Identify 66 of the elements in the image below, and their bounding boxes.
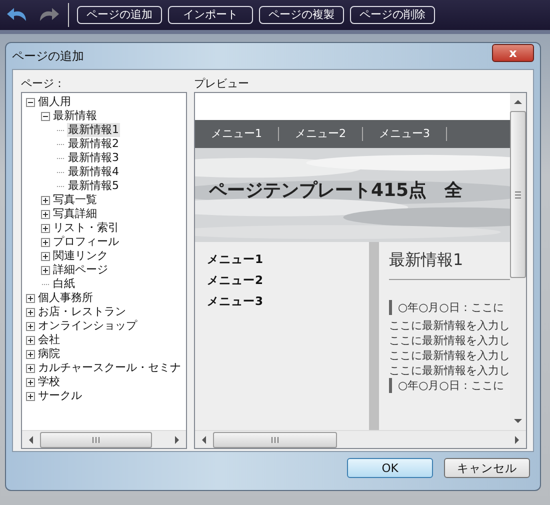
right-arrow-icon[interactable]	[174, 436, 180, 444]
tree-item[interactable]: 最新情報3	[67, 151, 120, 165]
expander-icon[interactable]	[26, 392, 35, 400]
banner-title: ページテンプレート415点 全	[209, 179, 463, 202]
expander-icon[interactable]	[26, 364, 35, 372]
up-arrow-icon[interactable]	[514, 99, 522, 105]
left-arrow-icon[interactable]	[201, 436, 207, 444]
horizontal-scrollbar[interactable]	[22, 430, 186, 448]
right-arrow-icon[interactable]	[514, 436, 520, 444]
entry-text: ここに最新情報を入力し	[389, 363, 510, 378]
cancel-button[interactable]: キャンセル	[444, 458, 530, 478]
expander-icon[interactable]	[41, 252, 50, 260]
tree-item[interactable]: 会社	[37, 333, 61, 347]
toolbar-button[interactable]: ページの削除	[350, 6, 435, 24]
grip-icon	[515, 190, 521, 198]
tree-item[interactable]: 個人用	[37, 95, 72, 109]
toolbar-button[interactable]: ページの複製	[259, 6, 344, 24]
tree-item[interactable]: オンラインショップ	[37, 319, 138, 333]
expander-icon[interactable]	[26, 378, 35, 386]
expander-icon[interactable]	[26, 294, 35, 302]
entry-text: ここに最新情報を入力し	[389, 318, 510, 333]
tree-item[interactable]: リスト・索引	[52, 221, 120, 235]
tree-item[interactable]: 写真一覧	[52, 193, 98, 207]
tree-label: ページ：	[21, 76, 66, 92]
close-button[interactable]: x	[492, 44, 534, 62]
tree-item[interactable]: 個人事務所	[37, 291, 94, 305]
expander-icon[interactable]	[41, 112, 50, 120]
preview-label: プレビュー	[194, 76, 250, 92]
vertical-scrollbar[interactable]	[510, 93, 526, 430]
tree-item[interactable]: 詳細ページ	[52, 263, 109, 277]
entry-text: ここに最新情報を入力し	[389, 348, 510, 363]
expander-icon[interactable]	[41, 238, 50, 246]
expander-icon[interactable]	[26, 98, 35, 106]
expander-icon[interactable]	[41, 266, 50, 274]
expander-icon[interactable]	[41, 210, 50, 218]
tree-item[interactable]: 最新情報2	[67, 137, 120, 151]
preview-heading: 最新情報1	[389, 250, 464, 271]
toolbar-button[interactable]: インポート	[168, 6, 253, 24]
tree-item[interactable]: カルチャースクール・セミナ	[37, 361, 182, 375]
tree-item[interactable]: 最新情報4	[67, 165, 120, 179]
tree-item[interactable]: 学校	[37, 375, 61, 389]
window-title: ページの追加	[12, 48, 84, 64]
tree-item[interactable]: 白紙	[52, 277, 76, 291]
ok-button[interactable]: OK	[347, 458, 433, 478]
left-arrow-icon[interactable]	[28, 436, 34, 444]
expander-icon[interactable]	[26, 350, 35, 358]
tree-item[interactable]: 関連リンク	[52, 249, 109, 263]
horizontal-scrollbar[interactable]	[195, 430, 526, 448]
grip-icon	[271, 436, 279, 442]
tree-item[interactable]: 最新情報	[52, 109, 98, 123]
expander-icon[interactable]	[41, 224, 50, 232]
expander-icon[interactable]	[26, 308, 35, 316]
expander-icon[interactable]	[41, 196, 50, 204]
expander-icon[interactable]	[26, 322, 35, 330]
tree-item[interactable]: 写真詳細	[52, 207, 98, 221]
grip-icon	[92, 436, 100, 442]
tree-item[interactable]: 最新情報5	[67, 179, 120, 193]
toolbar-button[interactable]: ページの追加	[77, 6, 162, 24]
tree-item[interactable]: サークル	[37, 389, 83, 403]
entry-text: ここに最新情報を入力し	[389, 333, 510, 348]
down-arrow-icon[interactable]	[514, 418, 522, 424]
expander-icon[interactable]	[26, 336, 35, 344]
tree-item[interactable]: お店・レストラン	[37, 305, 127, 319]
tree-item[interactable]: 最新情報1	[67, 123, 120, 137]
tree-item[interactable]: プロフィール	[52, 235, 120, 249]
tree-item[interactable]: 病院	[37, 347, 61, 361]
